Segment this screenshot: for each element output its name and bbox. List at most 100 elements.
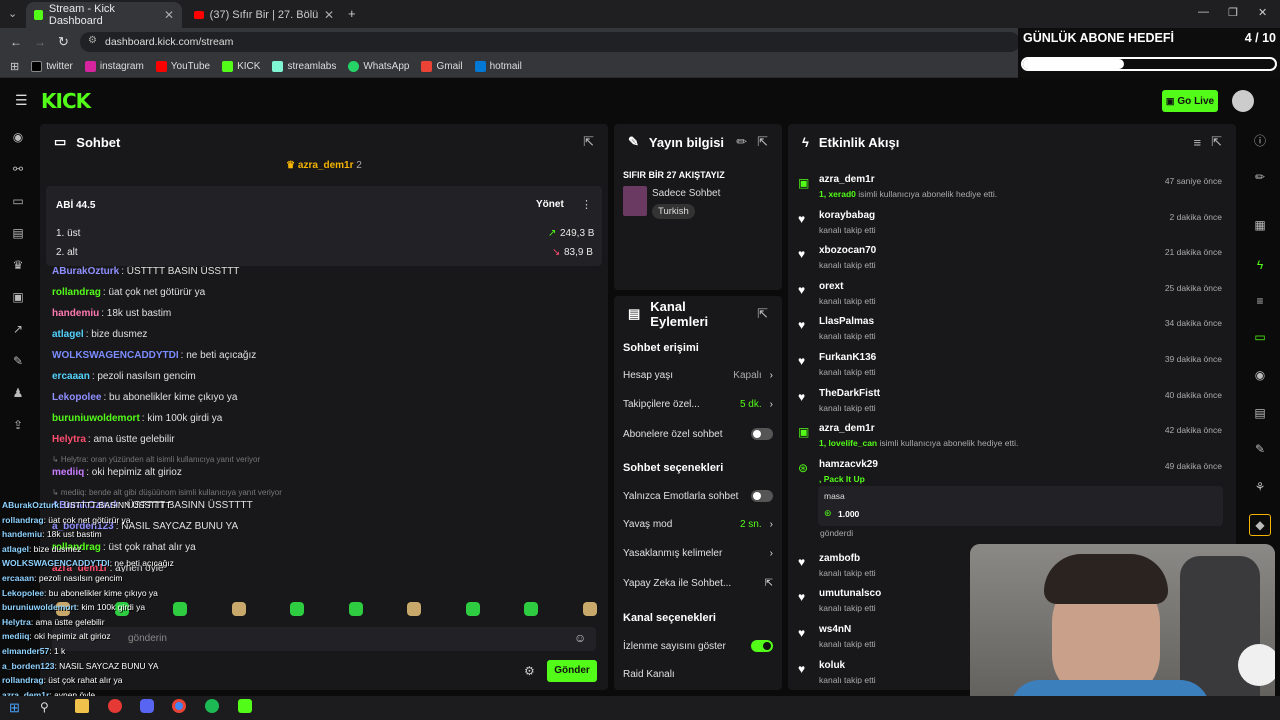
event-username[interactable]: TheDarkFistt — [819, 388, 880, 399]
banned-words-setting[interactable]: Yasaklanmış kelimeler › — [623, 548, 773, 559]
analytics-icon[interactable]: ▤ — [11, 226, 25, 240]
window-icon[interactable]: ▭ — [11, 194, 25, 208]
raid-icon[interactable]: ◆ — [1249, 514, 1271, 536]
bookmark-kick[interactable]: KICK — [222, 61, 260, 72]
video-icon[interactable]: ▣ — [11, 290, 25, 304]
avatar[interactable] — [1232, 90, 1254, 112]
emote-only-toggle[interactable] — [751, 490, 773, 502]
poll-manage-button[interactable]: Yönet — [536, 199, 564, 210]
close-window-icon[interactable]: ✕ — [1258, 6, 1267, 19]
emote-icon[interactable] — [524, 602, 538, 616]
viewer-count-toggle[interactable] — [751, 640, 773, 652]
wrench-icon[interactable]: ✎ — [1253, 442, 1267, 456]
spotify-icon[interactable] — [205, 699, 219, 713]
search-icon[interactable]: ⚲ — [40, 700, 49, 714]
edit-icon[interactable]: ✏ — [1253, 170, 1267, 184]
minimize-icon[interactable]: — — [1198, 6, 1209, 18]
file-explorer-icon[interactable] — [75, 699, 89, 713]
url-field[interactable]: ⚙ dashboard.kick.com/stream — [80, 32, 1020, 52]
event-username[interactable]: zambofb — [819, 553, 860, 564]
emote-icon[interactable] — [582, 602, 597, 616]
close-tab-icon[interactable]: ✕ — [164, 8, 174, 22]
chat-message[interactable]: ABurakOzturk: ÜSTTTT BASIN ÜSSTTT — [52, 266, 239, 277]
forward-icon[interactable]: → — [34, 35, 46, 49]
actions-icon[interactable]: ▤ — [1253, 406, 1267, 420]
chat-message[interactable]: Lekopolee: bu abonelikler kime çıkıyo ya — [52, 392, 237, 403]
bookmark-instagram[interactable]: instagram — [84, 61, 144, 72]
reload-icon[interactable]: ↻ — [58, 34, 69, 50]
send-button[interactable]: Gönder — [547, 660, 597, 682]
discord-icon[interactable] — [140, 699, 154, 713]
chat-username[interactable]: Lekopolee — [52, 392, 101, 403]
bolt-icon[interactable]: ϟ — [1253, 258, 1267, 272]
event-username[interactable]: umutunalsco — [819, 588, 881, 599]
popout-icon[interactable]: ⇱ — [583, 134, 594, 150]
apps-grid-icon[interactable]: ⊞ — [10, 60, 19, 73]
tab-youtube[interactable]: (37) Sıfır Bir | 27. Bölüm - YouTu ✕ — [186, 2, 342, 28]
grid-icon[interactable]: ▦ — [1253, 218, 1267, 232]
back-icon[interactable]: ← — [10, 35, 22, 49]
link-icon[interactable]: ⚯ — [11, 162, 25, 176]
chat-message[interactable]: mediiq: oki hepimiz alt girioz — [52, 467, 182, 478]
activity-event[interactable]: ♥ xbozocan70 kanalı takip etti 21 dakika ön… — [788, 241, 1236, 273]
info-icon[interactable]: ⓘ — [1253, 134, 1267, 148]
emote-icon[interactable] — [465, 602, 480, 616]
event-username[interactable]: orext — [819, 281, 843, 292]
activity-event[interactable]: ▣ azra_dem1r 1, xerad0 isimli kullanıcıya … — [788, 170, 1236, 202]
bookmark-twitter[interactable]: twitter — [31, 61, 73, 72]
emote-icon[interactable] — [407, 602, 421, 616]
chat-username[interactable]: WOLKSWAGENCADDYTDI — [52, 350, 179, 361]
pinned-gifter[interactable]: ♛ azra_dem1r 2 — [40, 160, 608, 178]
event-username[interactable]: ws4nN — [819, 624, 851, 635]
event-username[interactable]: azra_dem1r — [819, 423, 875, 434]
list-icon[interactable]: ≡ — [1253, 294, 1267, 308]
emote-icon[interactable] — [348, 602, 363, 616]
event-username[interactable]: koraybabag — [819, 210, 875, 221]
site-info-icon[interactable]: ⚙ — [88, 35, 97, 46]
close-tab-icon[interactable]: ✕ — [324, 8, 334, 22]
kick-app-icon[interactable] — [238, 699, 252, 713]
settings-gear-icon[interactable]: ⚙ — [524, 664, 535, 678]
activity-event[interactable]: ♥ FurkanK136 kanalı takip etti 39 dakika ön… — [788, 348, 1236, 380]
chat-username[interactable]: ercaaan — [52, 371, 90, 382]
chat-username[interactable]: handemiu — [52, 308, 99, 319]
slow-mode-setting[interactable]: Yavaş mod 2 sn. › — [623, 519, 773, 530]
ai-moderation-setting[interactable]: Yapay Zeka ile Sohbet... ⇱ — [623, 578, 773, 589]
tab-kick-dashboard[interactable]: Stream - Kick Dashboard ✕ — [26, 2, 182, 28]
chat-message[interactable]: buruniuwoldemort: kim 100k girdi ya — [52, 413, 222, 424]
windows-start-icon[interactable]: ⊞ — [9, 700, 20, 716]
chat-icon[interactable]: ▭ — [1253, 330, 1267, 344]
filter-icon[interactable]: ≡ — [1194, 135, 1202, 150]
community-icon[interactable]: ♟ — [11, 386, 25, 400]
chat-message[interactable]: ercaaan: pezoli nasılsın gencim — [52, 371, 196, 382]
chat-username[interactable]: mediiq — [52, 467, 84, 478]
new-tab-button[interactable]: + — [348, 6, 356, 21]
chat-username[interactable]: atlagel — [52, 329, 84, 340]
activity-event[interactable]: ♥ koraybabag kanalı takip etti 2 dakika önc… — [788, 206, 1236, 238]
event-username[interactable]: LlasPalmas — [819, 316, 874, 327]
chat-message[interactable]: Helytra: ama üstte gelebilir — [52, 434, 175, 445]
chrome-icon[interactable] — [172, 699, 186, 713]
share-icon[interactable]: ⚘ — [1253, 480, 1267, 494]
account-age-setting[interactable]: Hesap yaşı Kapalı › — [623, 370, 773, 381]
popout-icon[interactable]: ⇱ — [757, 306, 768, 322]
emoji-icon[interactable]: ☺ — [574, 631, 586, 645]
raid-channel-setting[interactable]: Raid Kanalı — [623, 669, 773, 680]
chat-message[interactable]: atlagel: bize dusmez — [52, 329, 147, 340]
chart-icon[interactable]: ↗ — [11, 322, 25, 336]
more-icon[interactable]: ⋮ — [581, 198, 592, 211]
upload-icon[interactable]: ⇪ — [11, 418, 25, 432]
stream-icon[interactable]: ◉ — [1253, 368, 1267, 382]
chat-username[interactable]: rollandrag — [52, 287, 101, 298]
event-username[interactable]: azra_dem1r — [819, 174, 875, 185]
kick-logo[interactable]: KICK — [41, 89, 91, 113]
menu-icon[interactable]: ☰ — [15, 92, 28, 109]
bookmark-gmail[interactable]: Gmail — [421, 61, 463, 72]
app-icon[interactable] — [108, 699, 122, 713]
wrench-icon[interactable]: ✎ — [11, 354, 25, 368]
bookmark-streamlabs[interactable]: streamlabs — [272, 61, 336, 72]
followers-only-setting[interactable]: Takipçilere özel... 5 dk. › — [623, 399, 773, 410]
activity-event[interactable]: ♥ orext kanalı takip etti 25 dakika önce — [788, 277, 1236, 309]
chat-username[interactable]: ABurakOzturk — [52, 266, 119, 277]
activity-event[interactable]: ♥ LlasPalmas kanalı takip etti 34 dakika ön… — [788, 312, 1236, 344]
